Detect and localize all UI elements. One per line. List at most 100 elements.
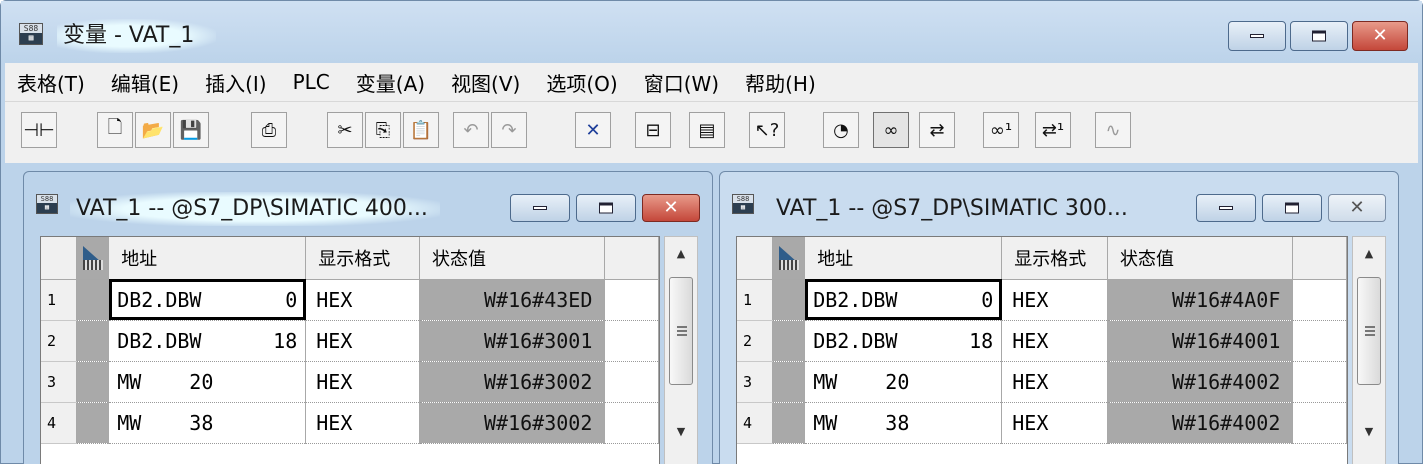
table-row[interactable]: 1 DB2.DBW 0 HEX W#16#4A0F (737, 279, 1347, 321)
scroll-thumb[interactable] (669, 277, 693, 385)
empty-cell[interactable] (604, 320, 659, 362)
child-title-bar[interactable]: S88 ▦ VAT_1 -- @S7_DP\SIMATIC 400... ✕ (24, 172, 712, 228)
undo-button[interactable]: ↶ (453, 112, 489, 148)
empty-cell[interactable] (1292, 279, 1347, 321)
format-column-header[interactable]: 显示格式 (1001, 237, 1109, 280)
format-column-header[interactable]: 显示格式 (305, 237, 420, 280)
symbol-column-header[interactable] (772, 237, 806, 280)
scroll-down-icon[interactable]: ▼ (1353, 425, 1385, 445)
table-row[interactable]: 3 MW 20 HEX W#16#4002 (737, 361, 1347, 403)
redo-button[interactable]: ↷ (491, 112, 527, 148)
empty-cell[interactable] (1292, 361, 1347, 403)
monitor-glasses-button[interactable]: ∞ (873, 112, 909, 148)
symbol-cell[interactable] (76, 320, 110, 362)
paste-button[interactable]: 📋 (403, 112, 439, 148)
address-cell[interactable]: DB2.DBW 18 (108, 320, 307, 362)
symbol-cell[interactable] (76, 361, 110, 403)
vertical-scrollbar[interactable]: ▲ ▼ (664, 236, 698, 464)
menu-plc[interactable]: PLC (293, 70, 330, 94)
scroll-up-icon[interactable]: ▲ (1353, 247, 1385, 267)
plc-online-button[interactable]: ▤ (689, 112, 725, 148)
address-cell[interactable]: MW 38 (804, 402, 1003, 444)
empty-cell[interactable] (1292, 320, 1347, 362)
scroll-up-icon[interactable]: ▲ (665, 247, 697, 267)
row-number[interactable]: 2 (41, 320, 78, 362)
s7-vat-icon[interactable]: S88 ▦ (19, 23, 43, 45)
empty-cell[interactable] (1292, 402, 1347, 444)
row-number[interactable]: 2 (737, 320, 774, 362)
menu-help[interactable]: 帮助(H) (745, 68, 816, 97)
symbol-column-header[interactable] (76, 237, 110, 280)
pin-button[interactable]: ⊣⊢ (21, 112, 57, 148)
copy-button[interactable]: ⎘ (365, 112, 401, 148)
variable-table[interactable]: 地址 显示格式 状态值 1 DB2.DBW 0 HEX W#16#43ED 2 D (40, 236, 660, 464)
address-column-header[interactable]: 地址 (804, 237, 1003, 280)
table-row[interactable]: 1 DB2.DBW 0 HEX W#16#43ED (41, 279, 659, 321)
table-row[interactable]: 2 DB2.DBW 18 HEX W#16#3001 (41, 320, 659, 362)
row-number[interactable]: 4 (737, 402, 774, 444)
symbol-cell[interactable] (772, 320, 806, 362)
address-cell[interactable]: DB2.DBW 0 (108, 279, 307, 321)
vat-window-s400[interactable]: S88 ▦ VAT_1 -- @S7_DP\SIMATIC 400... ✕ 地址… (23, 171, 713, 464)
child-close-button[interactable]: ✕ (642, 194, 700, 222)
vertical-scrollbar[interactable]: ▲ ▼ (1352, 236, 1386, 464)
row-number[interactable]: 1 (41, 279, 78, 321)
row-number[interactable]: 3 (41, 361, 78, 403)
menu-table[interactable]: 表格(T) (17, 68, 85, 97)
table-row[interactable]: 4 MW 38 HEX W#16#4002 (737, 402, 1347, 444)
delete-button[interactable]: ✕ (575, 112, 611, 148)
format-cell[interactable]: HEX (305, 320, 420, 362)
format-cell[interactable]: HEX (1001, 361, 1109, 403)
modify-button[interactable]: ⇄ (919, 112, 955, 148)
maximize-button[interactable] (1290, 21, 1348, 51)
symbol-cell[interactable] (772, 361, 806, 403)
menu-window[interactable]: 窗口(W) (644, 68, 719, 97)
print-button[interactable]: ⎙ (251, 112, 287, 148)
save-button[interactable]: 💾 (173, 112, 209, 148)
status-value-column-header[interactable]: 状态值 (419, 237, 606, 280)
child-title-bar[interactable]: S88 ▦ VAT_1 -- @S7_DP\SIMATIC 300... ✕ (720, 172, 1398, 228)
menu-insert[interactable]: 插入(I) (205, 68, 267, 97)
format-cell[interactable]: HEX (1001, 402, 1109, 444)
new-button[interactable]: 🗋 (97, 112, 133, 148)
format-cell[interactable]: HEX (305, 279, 420, 321)
symbol-cell[interactable] (76, 279, 110, 321)
row-number[interactable]: 4 (41, 402, 78, 444)
format-cell[interactable]: HEX (305, 361, 420, 403)
symbol-cell[interactable] (772, 279, 806, 321)
row-number[interactable]: 1 (737, 279, 774, 321)
scroll-down-icon[interactable]: ▼ (665, 425, 697, 445)
help-pointer-button[interactable]: ↖? (749, 112, 785, 148)
address-cell[interactable]: MW 38 (108, 402, 307, 444)
accessible-nodes-button[interactable]: ⊟ (635, 112, 671, 148)
symbol-cell[interactable] (76, 402, 110, 444)
address-cell[interactable]: DB2.DBW 0 (804, 279, 1003, 321)
child-maximize-button[interactable] (576, 194, 636, 222)
child-minimize-button[interactable] (510, 194, 570, 222)
menu-edit[interactable]: 编辑(E) (111, 68, 179, 97)
address-column-header[interactable]: 地址 (108, 237, 307, 280)
monitor-button[interactable]: ◔ (823, 112, 859, 148)
menu-options[interactable]: 选项(O) (546, 68, 617, 97)
address-cell[interactable]: MW 20 (108, 361, 307, 403)
format-cell[interactable]: HEX (1001, 320, 1109, 362)
trigger-button[interactable]: ∿ (1095, 112, 1131, 148)
address-cell[interactable]: MW 20 (804, 361, 1003, 403)
menu-view[interactable]: 视图(V) (451, 68, 520, 97)
empty-cell[interactable] (604, 361, 659, 403)
open-button[interactable]: 📂 (135, 112, 171, 148)
scroll-thumb[interactable] (1357, 277, 1381, 385)
child-maximize-button[interactable] (1262, 194, 1322, 222)
update-monitor-button[interactable]: ∞¹ (983, 112, 1019, 148)
minimize-button[interactable] (1228, 21, 1286, 51)
vat-window-s300[interactable]: S88 ▦ VAT_1 -- @S7_DP\SIMATIC 300... ✕ 地址… (719, 171, 1399, 464)
variable-table[interactable]: 地址 显示格式 状态值 1 DB2.DBW 0 HEX W#16#4A0F 2 D (736, 236, 1348, 464)
symbol-cell[interactable] (772, 402, 806, 444)
format-cell[interactable]: HEX (305, 402, 420, 444)
row-number[interactable]: 3 (737, 361, 774, 403)
status-value-column-header[interactable]: 状态值 (1107, 237, 1294, 280)
child-minimize-button[interactable] (1196, 194, 1256, 222)
table-row[interactable]: 2 DB2.DBW 18 HEX W#16#4001 (737, 320, 1347, 362)
child-close-button[interactable]: ✕ (1328, 194, 1386, 222)
table-row[interactable]: 4 MW 38 HEX W#16#3002 (41, 402, 659, 444)
